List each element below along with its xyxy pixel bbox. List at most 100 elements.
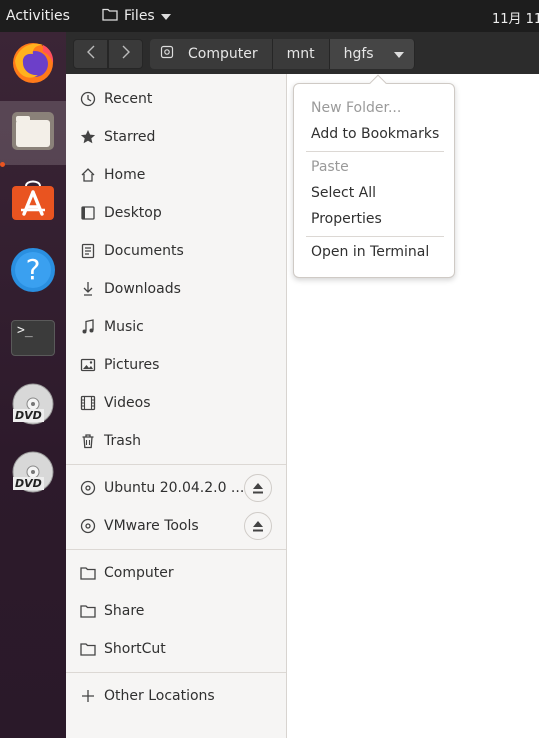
running-indicator	[0, 162, 5, 167]
menu-item-select-all[interactable]: Select All	[311, 185, 376, 201]
menu-item-paste[interactable]: Paste	[311, 159, 349, 175]
sidebar-item-label: VMware Tools	[104, 518, 199, 534]
firefox-icon	[10, 39, 56, 89]
download-icon	[78, 281, 98, 297]
sidebar-item-videos[interactable]: Videos	[66, 384, 286, 422]
dock-files[interactable]	[0, 101, 66, 165]
folder-icon	[102, 7, 118, 25]
plus-icon	[78, 689, 98, 703]
document-icon	[78, 243, 98, 259]
sidebar-item-label: Pictures	[104, 357, 160, 373]
forward-button[interactable]	[108, 39, 143, 69]
dvd-icon: DVD	[10, 383, 56, 429]
header-bar: Computer mnt hgfs	[66, 32, 539, 74]
sidebar-item-trash[interactable]: Trash	[66, 422, 286, 460]
software-icon	[10, 178, 56, 226]
music-note-icon	[78, 319, 98, 335]
back-button[interactable]	[73, 39, 108, 69]
sidebar-item-label: Computer	[104, 565, 174, 581]
desktop-icon	[78, 205, 98, 221]
dvd-label: DVD	[13, 409, 44, 422]
sidebar-item-label: Other Locations	[104, 688, 215, 704]
app-menu-label: Files	[124, 8, 155, 24]
sidebar-item-recent[interactable]: Recent	[66, 80, 286, 118]
chevron-right-icon	[122, 45, 130, 63]
sidebar-item-bookmark-computer[interactable]: Computer	[66, 554, 286, 592]
path-crumb-label: mnt	[286, 46, 315, 62]
folder-icon	[78, 604, 98, 618]
sidebar-item-desktop[interactable]: Desktop	[66, 194, 286, 232]
menu-item-properties[interactable]: Properties	[311, 211, 382, 227]
folder-icon	[78, 566, 98, 580]
dock-terminal[interactable]: >_	[0, 306, 66, 370]
disc-icon	[78, 480, 98, 496]
disc-icon	[78, 518, 98, 534]
sidebar-item-downloads[interactable]: Downloads	[66, 270, 286, 308]
eject-button[interactable]	[244, 512, 272, 540]
sidebar-item-pictures[interactable]: Pictures	[66, 346, 286, 384]
sidebar-item-label: Recent	[104, 91, 153, 107]
sidebar-item-label: Trash	[104, 433, 141, 449]
film-icon	[78, 395, 98, 411]
menu-item-open-in-terminal[interactable]: Open in Terminal	[311, 244, 429, 260]
eject-icon	[253, 520, 263, 531]
sidebar-item-label: Ubuntu 20.04.2.0 ...	[104, 480, 245, 496]
caret-down-icon	[393, 46, 404, 62]
menu-separator	[306, 236, 444, 237]
eject-icon	[253, 482, 263, 493]
path-crumb-label: hgfs	[343, 46, 374, 62]
path-crumb-label: Computer	[188, 46, 258, 62]
sidebar-item-label: Desktop	[104, 205, 162, 221]
sidebar-item-documents[interactable]: Documents	[66, 232, 286, 270]
sidebar-item-label: Starred	[104, 129, 156, 145]
image-icon	[78, 357, 98, 373]
clock[interactable]: 11月 11	[492, 8, 539, 27]
activities-button[interactable]: Activities	[6, 8, 70, 24]
help-glyph: ?	[25, 253, 41, 286]
path-bar: Computer mnt hgfs	[150, 39, 415, 69]
menu-item-add-to-bookmarks[interactable]: Add to Bookmarks	[311, 126, 439, 142]
eject-button[interactable]	[244, 474, 272, 502]
files-icon	[10, 110, 56, 156]
top-bar: Activities Files 11月 11	[0, 0, 539, 32]
path-crumb-hgfs[interactable]: hgfs	[329, 39, 415, 69]
sidebar-item-label: Downloads	[104, 281, 181, 297]
sidebar-item-ubuntu-disc[interactable]: Ubuntu 20.04.2.0 ...	[66, 469, 286, 507]
app-menu[interactable]: Files	[102, 7, 171, 25]
clock-icon	[78, 91, 98, 107]
sidebar: Recent Starred Home Desktop Documents Do…	[66, 74, 287, 738]
dock-dvd-1[interactable]: DVD	[0, 374, 66, 438]
star-icon	[78, 129, 98, 145]
dvd-icon: DVD	[10, 451, 56, 497]
dock: ? >_ DVD DVD	[0, 32, 66, 738]
home-icon	[78, 167, 98, 183]
sidebar-item-bookmark-share[interactable]: Share	[66, 592, 286, 630]
sidebar-item-label: Videos	[104, 395, 151, 411]
sidebar-item-label: Music	[104, 319, 144, 335]
menu-separator	[306, 151, 444, 152]
terminal-prompt: >_	[17, 323, 33, 338]
sidebar-item-label: Share	[104, 603, 145, 619]
drive-icon	[160, 45, 174, 63]
sidebar-item-other-locations[interactable]: Other Locations	[66, 677, 286, 715]
sidebar-item-home[interactable]: Home	[66, 156, 286, 194]
dock-firefox[interactable]	[0, 32, 66, 96]
sidebar-separator	[66, 672, 286, 673]
menu-item-new-folder[interactable]: New Folder...	[311, 100, 401, 116]
sidebar-item-music[interactable]: Music	[66, 308, 286, 346]
path-crumb-mnt[interactable]: mnt	[272, 39, 330, 69]
sidebar-item-starred[interactable]: Starred	[66, 118, 286, 156]
dock-help[interactable]: ?	[0, 238, 66, 302]
terminal-icon: >_	[11, 320, 55, 356]
path-crumb-computer[interactable]: Computer	[150, 39, 273, 69]
chevron-left-icon	[86, 45, 95, 63]
dock-dvd-2[interactable]: DVD	[0, 442, 66, 506]
dock-software[interactable]	[0, 170, 66, 234]
folder-icon	[78, 642, 98, 656]
caret-down-icon	[160, 8, 171, 24]
sidebar-item-bookmark-shortcut[interactable]: ShortCut	[66, 630, 286, 668]
sidebar-item-vmware-tools[interactable]: VMware Tools	[66, 507, 286, 545]
help-icon: ?	[10, 247, 56, 293]
folder-context-menu: New Folder... Add to Bookmarks Paste Sel…	[293, 83, 455, 278]
sidebar-item-label: ShortCut	[104, 641, 166, 657]
